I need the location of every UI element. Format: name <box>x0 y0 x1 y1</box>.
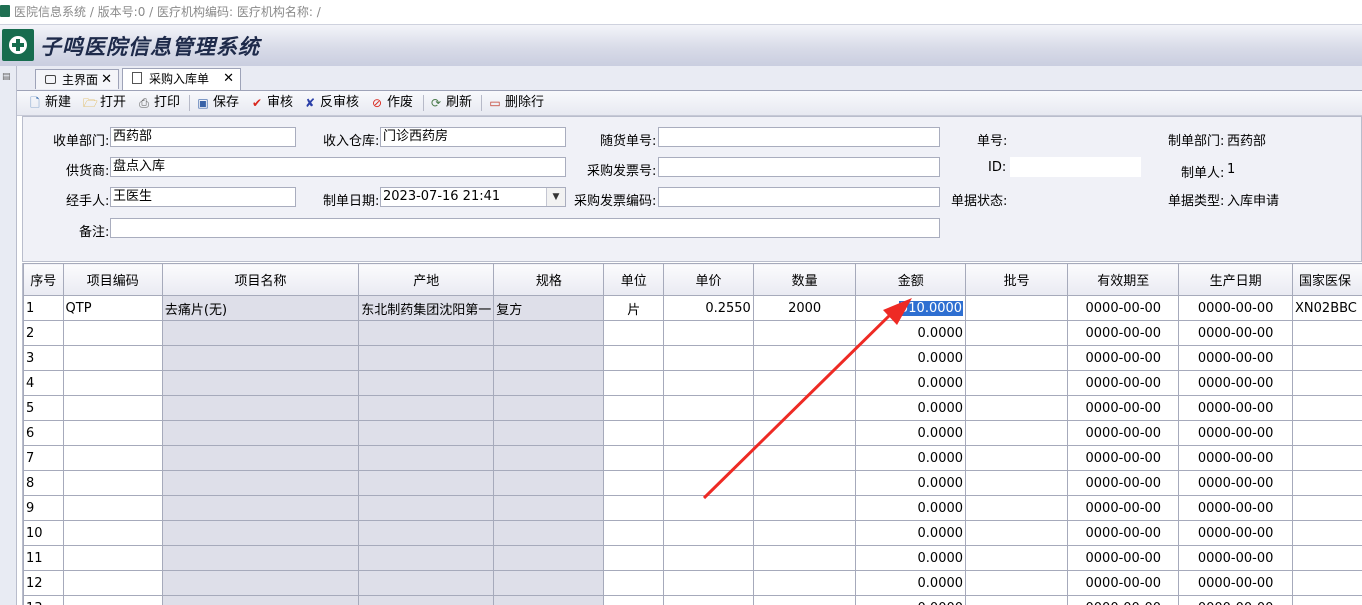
arrow-head <box>883 298 912 325</box>
annotation-arrow <box>702 298 912 500</box>
arrow-shaft <box>702 310 895 500</box>
